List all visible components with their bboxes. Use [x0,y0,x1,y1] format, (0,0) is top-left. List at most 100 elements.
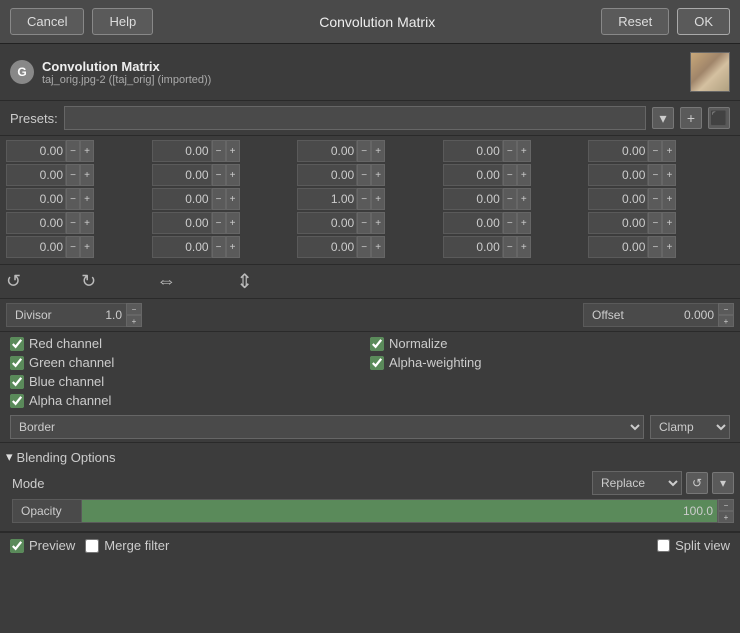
matrix-input[interactable] [297,212,357,234]
matrix-dec-btn[interactable]: − [212,188,226,210]
matrix-inc-btn[interactable]: + [517,164,531,186]
matrix-inc-btn[interactable]: + [226,140,240,162]
matrix-inc-btn[interactable]: + [662,236,676,258]
help-button[interactable]: Help [92,8,153,35]
red-channel-checkbox[interactable] [10,337,24,351]
matrix-input[interactable] [443,236,503,258]
matrix-dec-btn[interactable]: − [357,236,371,258]
matrix-dec-btn[interactable]: − [66,140,80,162]
matrix-input[interactable] [297,164,357,186]
matrix-inc-btn[interactable]: + [80,188,94,210]
matrix-input[interactable] [443,188,503,210]
offset-dec-btn[interactable]: − [718,303,734,315]
opacity-inc-btn[interactable]: + [718,511,734,523]
matrix-inc-btn[interactable]: + [226,212,240,234]
matrix-dec-btn[interactable]: − [648,140,662,162]
matrix-inc-btn[interactable]: + [662,140,676,162]
matrix-inc-btn[interactable]: + [226,236,240,258]
matrix-input[interactable] [152,236,212,258]
alpha-weighting-checkbox[interactable] [370,356,384,370]
undo-icon[interactable]: ↺ [6,271,21,292]
flip-h-icon[interactable]: ⇔ [156,270,176,293]
matrix-dec-btn[interactable]: − [503,188,517,210]
normalize-item[interactable]: Normalize [370,336,730,351]
matrix-dec-btn[interactable]: − [212,212,226,234]
matrix-input[interactable] [152,212,212,234]
matrix-inc-btn[interactable]: + [371,140,385,162]
matrix-inc-btn[interactable]: + [662,188,676,210]
matrix-inc-btn[interactable]: + [371,164,385,186]
alpha-channel-checkbox[interactable] [10,394,24,408]
matrix-input[interactable] [588,164,648,186]
preview-item[interactable]: Preview [10,538,75,553]
opacity-slider[interactable]: 100.0 [82,499,718,523]
clamp-select[interactable]: Clamp None [650,415,730,439]
matrix-dec-btn[interactable]: − [212,140,226,162]
matrix-dec-btn[interactable]: − [66,212,80,234]
divisor-dec-btn[interactable]: − [126,303,142,315]
matrix-dec-btn[interactable]: − [66,188,80,210]
alpha-weighting-item[interactable]: Alpha-weighting [370,355,730,370]
matrix-input[interactable] [297,236,357,258]
merge-filter-checkbox[interactable] [85,539,99,553]
matrix-dec-btn[interactable]: − [357,188,371,210]
matrix-input[interactable] [297,140,357,162]
presets-dropdown-btn[interactable]: ▾ [652,107,674,129]
matrix-dec-btn[interactable]: − [503,212,517,234]
split-view-checkbox[interactable] [657,539,670,552]
matrix-inc-btn[interactable]: + [517,212,531,234]
matrix-input[interactable] [152,164,212,186]
matrix-input[interactable] [6,212,66,234]
blending-header[interactable]: ▾ Blending Options [6,447,734,467]
matrix-input[interactable] [152,140,212,162]
normalize-checkbox[interactable] [370,337,384,351]
matrix-input[interactable] [443,140,503,162]
matrix-input[interactable] [152,188,212,210]
flip-v-icon[interactable]: ⇕ [236,269,253,294]
divisor-inc-btn[interactable]: + [126,315,142,327]
matrix-inc-btn[interactable]: + [517,140,531,162]
matrix-dec-btn[interactable]: − [212,164,226,186]
green-channel-item[interactable]: Green channel [10,355,370,370]
matrix-dec-btn[interactable]: − [648,164,662,186]
matrix-input[interactable] [297,188,357,210]
matrix-input[interactable] [588,188,648,210]
presets-add-btn[interactable]: + [680,107,702,129]
divisor-value[interactable]: 1.0 [76,303,126,327]
offset-value[interactable]: 0.000 [653,303,718,327]
matrix-dec-btn[interactable]: − [66,164,80,186]
matrix-input[interactable] [443,164,503,186]
blue-channel-item[interactable]: Blue channel [10,374,370,389]
matrix-dec-btn[interactable]: − [648,212,662,234]
redo-icon[interactable]: ↻ [81,271,96,292]
cancel-button[interactable]: Cancel [10,8,84,35]
matrix-inc-btn[interactable]: + [226,164,240,186]
matrix-dec-btn[interactable]: − [357,140,371,162]
ok-button[interactable]: OK [677,8,730,35]
matrix-inc-btn[interactable]: + [662,212,676,234]
matrix-dec-btn[interactable]: − [503,236,517,258]
presets-select[interactable] [64,106,646,130]
matrix-input[interactable] [6,188,66,210]
matrix-inc-btn[interactable]: + [371,212,385,234]
matrix-inc-btn[interactable]: + [517,236,531,258]
matrix-inc-btn[interactable]: + [80,164,94,186]
matrix-inc-btn[interactable]: + [80,236,94,258]
matrix-input[interactable] [6,236,66,258]
matrix-dec-btn[interactable]: − [648,188,662,210]
matrix-dec-btn[interactable]: − [503,164,517,186]
alpha-channel-item[interactable]: Alpha channel [10,393,370,408]
mode-reset-btn[interactable]: ↺ [686,472,708,494]
opacity-dec-btn[interactable]: − [718,499,734,511]
matrix-input[interactable] [443,212,503,234]
matrix-inc-btn[interactable]: + [662,164,676,186]
matrix-inc-btn[interactable]: + [80,140,94,162]
matrix-inc-btn[interactable]: + [226,188,240,210]
offset-inc-btn[interactable]: + [718,315,734,327]
matrix-input[interactable] [588,140,648,162]
green-channel-checkbox[interactable] [10,356,24,370]
matrix-dec-btn[interactable]: − [648,236,662,258]
red-channel-item[interactable]: Red channel [10,336,370,351]
matrix-dec-btn[interactable]: − [66,236,80,258]
matrix-dec-btn[interactable]: − [357,212,371,234]
